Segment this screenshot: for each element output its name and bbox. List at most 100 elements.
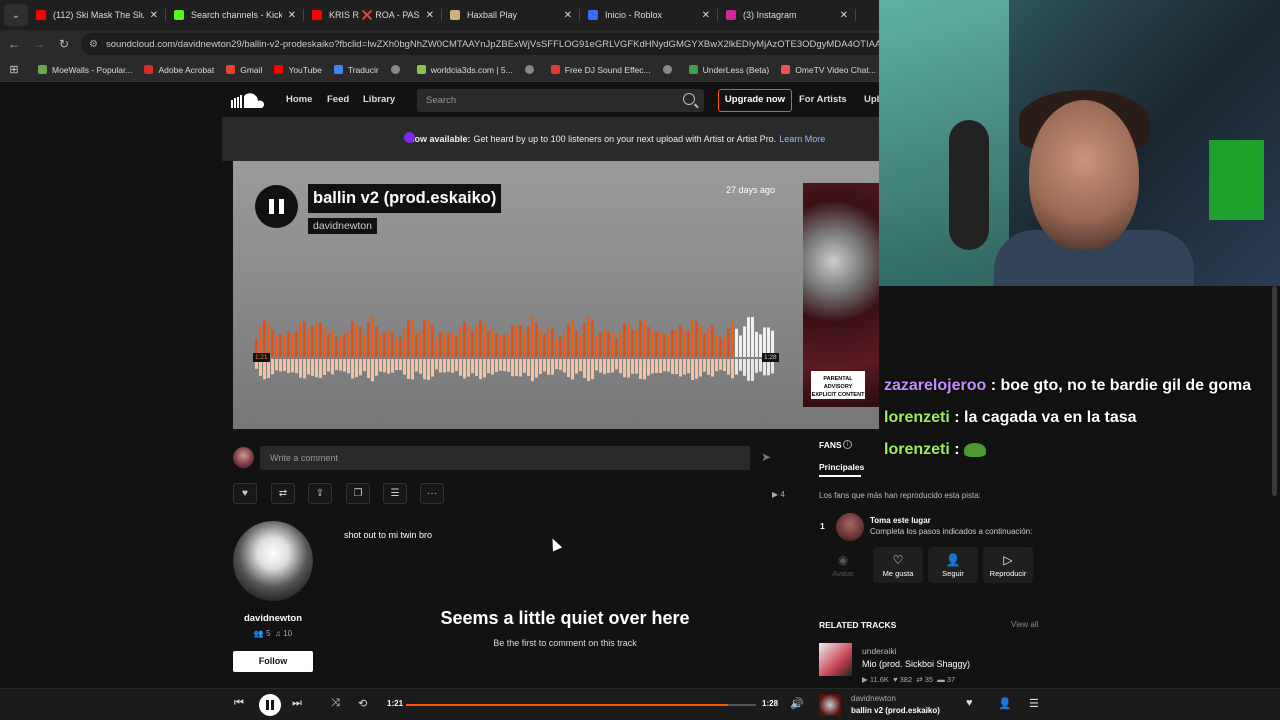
pause-button[interactable] — [255, 185, 298, 228]
follow-button[interactable]: Follow — [233, 651, 313, 672]
tab-title: (112) Ski Mask The Slump — [53, 10, 144, 20]
reload-icon[interactable]: ↻ — [53, 37, 75, 51]
browser-tab[interactable]: (3) Instagram ✕ — [718, 0, 856, 30]
more-button[interactable]: ··· — [420, 483, 444, 504]
fan-step-follow[interactable]: 👤 Seguir — [928, 547, 978, 583]
copy-link-button[interactable]: ❐ — [346, 483, 370, 504]
chat-username: lorenzeti — [884, 441, 950, 458]
waveform-bar — [695, 321, 698, 357]
waveform-reflection-bar — [371, 359, 374, 382]
tab-close-icon[interactable]: ✕ — [840, 10, 848, 21]
soundcloud-logo-icon[interactable] — [231, 92, 265, 108]
nav-feed[interactable]: Feed — [327, 94, 349, 105]
comment-input[interactable]: Write a comment — [260, 446, 750, 470]
waveform-bar — [699, 325, 702, 357]
forward-icon[interactable]: → — [28, 37, 50, 51]
player-artist[interactable]: davidnewton — [851, 694, 896, 703]
bookmark-label: YouTube — [288, 64, 322, 75]
waveform-reflection-bar — [591, 359, 594, 380]
player-pause-button[interactable] — [259, 694, 281, 716]
share-button[interactable]: ⇪ — [308, 483, 332, 504]
nav-for-artists[interactable]: For Artists — [799, 94, 847, 105]
bookmark-item[interactable]: Traducir — [333, 65, 379, 75]
fan-step-like[interactable]: ♡ Me gusta — [873, 547, 923, 583]
player-progress-bar[interactable] — [406, 704, 756, 706]
related-track-user[interactable]: underaiki — [862, 646, 897, 656]
like-button[interactable]: ♥ — [233, 483, 257, 504]
back-icon[interactable]: ← — [3, 37, 25, 51]
waveform-bar — [363, 335, 366, 357]
uploader-name[interactable]: davidnewton — [233, 613, 313, 624]
previous-icon[interactable]: ⏮ — [234, 697, 244, 710]
banner-bold: Now available: — [408, 134, 471, 144]
bookmark-item[interactable]: YouTube — [274, 64, 322, 75]
send-icon[interactable]: ➤ — [761, 450, 775, 464]
waveform-bar — [339, 335, 342, 357]
uploader-avatar[interactable] — [233, 521, 313, 601]
add-to-playlist-button[interactable]: ☰ — [383, 483, 407, 504]
bookmark-item[interactable]: Free DJ Sound Effec... — [550, 65, 651, 75]
site-info-icon[interactable]: ⚙ — [89, 39, 98, 50]
banner-text: Get heard by up to 100 listeners on your… — [473, 134, 777, 144]
waveform-bar — [523, 332, 526, 357]
bookmark-item[interactable]: Gmail — [226, 65, 262, 75]
browser-tab[interactable]: Search channels - Kick St ✕ — [166, 0, 304, 30]
view-all-link[interactable]: View all — [1011, 620, 1038, 629]
tab-close-icon[interactable]: ✕ — [702, 10, 710, 21]
browser-tab[interactable]: Haxball Play ✕ — [442, 0, 580, 30]
player-title[interactable]: ballin v2 (prod.eskaiko) — [851, 706, 940, 715]
waveform-reflection-bar — [315, 359, 318, 378]
related-track-artwork[interactable] — [819, 643, 852, 676]
player-artwork[interactable] — [819, 694, 841, 716]
waveform-bar — [455, 335, 458, 357]
browser-tab[interactable]: Inicio - Roblox ✕ — [580, 0, 718, 30]
nav-home[interactable]: Home — [286, 94, 312, 105]
player-like-icon[interactable]: ♥ — [966, 697, 973, 709]
waveform-reflection-bar — [751, 359, 754, 381]
browser-tab[interactable]: (112) Ski Mask The Slump ✕ — [28, 0, 166, 30]
nav-upload[interactable]: Upl — [864, 94, 879, 105]
tab-principales[interactable]: Principales — [819, 462, 864, 472]
bookmark-item[interactable] — [662, 65, 677, 74]
page-scrollbar[interactable] — [1272, 286, 1277, 496]
waveform-reflection-bar — [359, 359, 362, 376]
bookmark-item[interactable]: OmeTV Video Chat... — [781, 65, 876, 75]
next-icon[interactable]: ⏭ — [292, 697, 302, 710]
info-icon[interactable]: i — [843, 440, 852, 449]
tab-close-icon[interactable]: ✕ — [564, 10, 572, 21]
upgrade-button[interactable]: Upgrade now — [718, 89, 792, 112]
bookmark-item[interactable]: UnderLess (Beta) — [688, 65, 769, 75]
volume-icon[interactable]: 🔊 — [790, 697, 804, 710]
tab-search-icon[interactable]: ⌄ — [4, 4, 28, 26]
waveform-reflection-bar — [303, 359, 306, 379]
nav-library[interactable]: Library — [363, 94, 395, 105]
bookmark-item[interactable] — [390, 65, 405, 74]
repost-button[interactable]: ⇄ — [271, 483, 295, 504]
player-follow-icon[interactable]: 👤 — [998, 697, 1012, 710]
tab-close-icon[interactable]: ✕ — [150, 10, 158, 21]
followers-count[interactable]: 5 — [266, 629, 270, 638]
waveform-reflection-bar — [571, 359, 574, 380]
search-input[interactable]: Search — [417, 89, 704, 112]
waveform-reflection-bar — [399, 359, 402, 370]
waveform-bar — [503, 334, 506, 357]
tab-close-icon[interactable]: ✕ — [426, 10, 434, 21]
browser-tab[interactable]: KRIS R ❌ ROA - PASIÓN ✕ — [304, 0, 442, 30]
bookmark-item[interactable]: worldcia3ds.com | 5... — [416, 65, 513, 75]
track-artwork[interactable]: PARENTAL ADVISORY EXPLICIT CONTENT — [803, 183, 879, 407]
tracks-count[interactable]: 10 — [283, 629, 292, 638]
queue-icon[interactable]: ☰ — [1029, 697, 1039, 710]
fan-step-play[interactable]: ▷ Reproducir — [983, 547, 1033, 583]
bookmark-item[interactable] — [524, 65, 539, 74]
bookmark-item[interactable]: Adobe Acrobat — [144, 65, 214, 75]
shuffle-icon[interactable]: ⤨ — [331, 697, 340, 710]
repeat-icon[interactable]: ⟲ — [358, 697, 367, 710]
bookmark-item[interactable]: MoeWalls - Popular... — [38, 65, 132, 75]
tab-close-icon[interactable]: ✕ — [288, 10, 296, 21]
related-track-title[interactable]: Mio (prod. Sickboi Shaggy) — [862, 659, 970, 669]
track-artist[interactable]: davidnewton — [308, 218, 377, 234]
learn-more-link[interactable]: Learn More — [779, 134, 825, 144]
apps-icon[interactable]: ⊞ — [0, 63, 28, 76]
waveform[interactable] — [255, 313, 775, 387]
search-icon[interactable] — [683, 93, 695, 105]
